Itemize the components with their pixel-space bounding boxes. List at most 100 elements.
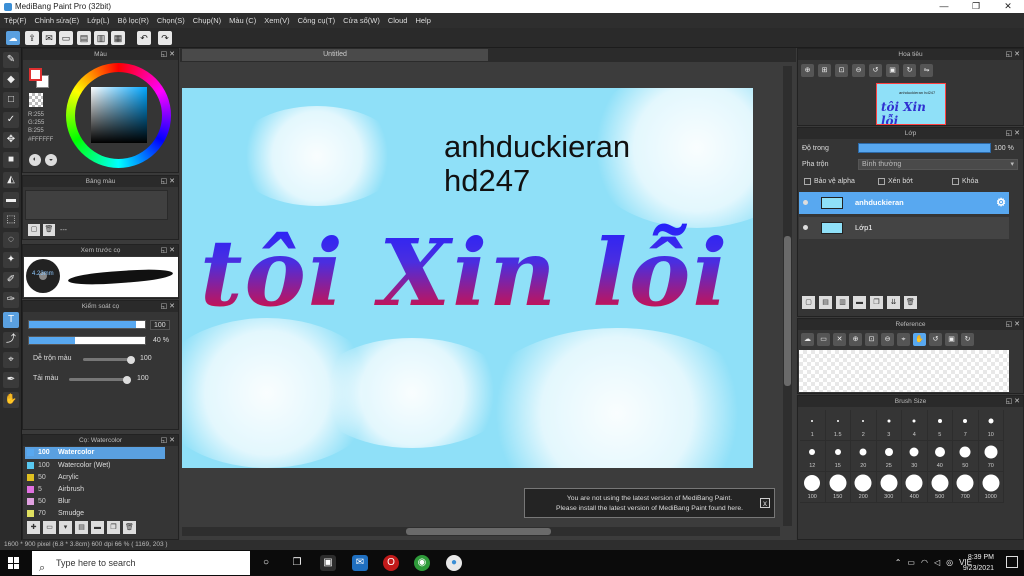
redo-button[interactable]: ↷ <box>158 31 172 45</box>
magic-wand-tool-icon[interactable]: ✦ <box>3 252 19 268</box>
chat-icon[interactable]: ✉ <box>42 31 56 45</box>
brush-size-option[interactable]: 1000 <box>978 472 1004 503</box>
browser-icon[interactable]: ◉ <box>414 555 430 571</box>
notice-close-icon[interactable]: x <box>760 498 770 508</box>
brush-size-option[interactable]: 200 <box>851 472 877 503</box>
lock-checkbox[interactable]: Khóa <box>952 178 978 185</box>
operation-tool-icon[interactable]: ⤴ <box>3 332 19 348</box>
reference-open-icon[interactable]: ▭ <box>817 333 830 346</box>
navigator-thumbnail[interactable]: anhduckieran hd247 tôi Xin lỗi <box>876 83 946 125</box>
chevron-up-icon[interactable]: ⌃ <box>895 558 902 567</box>
color-settings-icon[interactable]: ◒ <box>45 154 57 166</box>
menu-snap[interactable]: Chụp(N) <box>193 16 221 25</box>
clipping-checkbox[interactable]: Xén bớt <box>878 178 913 185</box>
brush-size-option[interactable]: 70 <box>978 441 1004 472</box>
reference-cloud-icon[interactable]: ☁ <box>801 333 814 346</box>
brush-item[interactable]: 100 Watercolor (Wet) <box>25 460 165 472</box>
visibility-icon[interactable] <box>803 225 808 230</box>
cortana-icon[interactable]: ○ <box>258 555 274 571</box>
volume-icon[interactable]: ◁ <box>934 558 940 567</box>
check-tool-icon[interactable]: ✓ <box>3 112 19 128</box>
reference-zoom-in-icon[interactable]: ⊕ <box>849 333 862 346</box>
grid-icon[interactable]: ▦ <box>111 31 125 45</box>
windows-start-icon[interactable] <box>8 557 20 569</box>
brush-size-option[interactable]: 2 <box>851 410 877 441</box>
menu-select[interactable]: Chọn(S) <box>157 16 185 25</box>
brush-size-option[interactable]: 1 <box>800 410 826 441</box>
fill-rect-tool-icon[interactable]: ■ <box>3 152 19 168</box>
canvas-area[interactable]: anhduckieran hd247 tôi Xin lỗi You are n… <box>180 62 796 540</box>
tray-app-icon[interactable]: ◎ <box>946 558 953 567</box>
brush-item[interactable]: 50 Acrylic <box>25 472 165 484</box>
undo-button[interactable]: ↶ <box>137 31 151 45</box>
brush-folder-icon[interactable]: ▭ <box>43 521 56 534</box>
rotate-left-icon[interactable]: ↺ <box>869 64 882 77</box>
reference-zoom-out-icon[interactable]: ⊖ <box>881 333 894 346</box>
menu-tools[interactable]: Công cụ(T) <box>298 16 336 25</box>
new-8bit-layer-icon[interactable]: ▥ <box>836 296 849 309</box>
brush-size-value[interactable]: 100 <box>150 320 170 330</box>
upload-icon[interactable]: ⇪ <box>25 31 39 45</box>
brush-open-icon[interactable]: ▬ <box>91 521 104 534</box>
close-button[interactable]: ✕ <box>992 0 1024 13</box>
brush-size-option[interactable]: 4 <box>902 410 928 441</box>
brush-size-option[interactable]: 40 <box>927 441 953 472</box>
comment-icon[interactable]: ▭ <box>59 31 73 45</box>
fit-icon[interactable]: ⊡ <box>835 64 848 77</box>
opera-icon[interactable]: O <box>383 555 399 571</box>
reference-close-icon[interactable]: ✕ <box>833 333 846 346</box>
brush-size-bar[interactable] <box>28 320 146 329</box>
dot-tool-icon[interactable]: □ <box>3 92 19 108</box>
color-mode-icon[interactable]: ◐ <box>29 154 41 166</box>
network-icon[interactable]: ▭ <box>907 558 915 567</box>
delete-brush-icon[interactable]: 🗑 <box>123 521 136 534</box>
actual-size-icon[interactable]: ▣ <box>886 64 899 77</box>
saturation-value-square[interactable] <box>91 87 147 143</box>
clock[interactable]: 8:39 PM 9/23/2021 <box>963 552 994 574</box>
flip-icon[interactable]: ⇋ <box>920 64 933 77</box>
brush-size-option[interactable]: 50 <box>953 441 979 472</box>
zoom-out-icon[interactable]: ⊖ <box>852 64 865 77</box>
brush-size-option[interactable]: 300 <box>876 472 902 503</box>
canvas-horizontal-scrollbar[interactable] <box>182 527 780 536</box>
duplicate-layer-icon[interactable]: ❐ <box>870 296 883 309</box>
layer-row[interactable]: Lớp1 <box>799 217 1009 239</box>
page-icon[interactable]: ▤ <box>77 31 91 45</box>
move-tool-icon[interactable]: ✥ <box>3 132 19 148</box>
menu-color[interactable]: Màu (C) <box>229 16 256 25</box>
brush-size-option[interactable]: 7 <box>953 410 979 441</box>
update-notice[interactable]: You are not using the latest version of … <box>524 488 775 518</box>
brush-size-option[interactable]: 10 <box>978 410 1004 441</box>
eyedropper-tool-icon[interactable]: ⌖ <box>3 352 19 368</box>
paint-load-slider[interactable] <box>69 378 129 381</box>
brush-size-option[interactable]: 5 <box>927 410 953 441</box>
add-brush-icon[interactable]: ✚ <box>27 521 40 534</box>
brush-size-option[interactable]: 150 <box>825 472 851 503</box>
lasso-tool-icon[interactable]: ◌ <box>3 232 19 248</box>
reference-actual-icon[interactable]: ▣ <box>945 333 958 346</box>
brush-size-option[interactable]: 500 <box>927 472 953 503</box>
brush-duplicate-icon[interactable]: ❐ <box>107 521 120 534</box>
text-tool-icon[interactable]: T <box>3 312 19 328</box>
store-icon[interactable]: ▣ <box>320 555 336 571</box>
minimize-button[interactable]: — <box>928 0 960 13</box>
layer-folder-icon[interactable]: ▬ <box>853 296 866 309</box>
canvas-vertical-scrollbar[interactable] <box>783 66 792 526</box>
rotate-right-icon[interactable]: ↻ <box>903 64 916 77</box>
visibility-icon[interactable] <box>803 200 808 205</box>
brush-item[interactable]: 50 Blur <box>25 496 165 508</box>
reference-fit-icon[interactable]: ⊡ <box>865 333 878 346</box>
menu-file[interactable]: Tệp(F) <box>4 16 27 25</box>
gradient-tool-icon[interactable]: ▬ <box>3 192 19 208</box>
gear-icon[interactable]: ⚙ <box>996 192 1006 214</box>
select-eraser-tool-icon[interactable]: ✑ <box>3 292 19 308</box>
select-tool-icon[interactable]: ⬚ <box>3 212 19 228</box>
medibang-taskbar-icon[interactable]: ● <box>446 555 462 571</box>
brush-size-option[interactable]: 100 <box>800 472 826 503</box>
merge-layer-icon[interactable]: ⇊ <box>887 296 900 309</box>
wifi-icon[interactable]: ◠ <box>921 558 928 567</box>
reference-rotate-left-icon[interactable]: ↺ <box>929 333 942 346</box>
menu-edit[interactable]: Chỉnh sửa(E) <box>35 16 80 25</box>
reference-rotate-right-icon[interactable]: ↻ <box>961 333 974 346</box>
blend-slider[interactable] <box>83 358 133 361</box>
